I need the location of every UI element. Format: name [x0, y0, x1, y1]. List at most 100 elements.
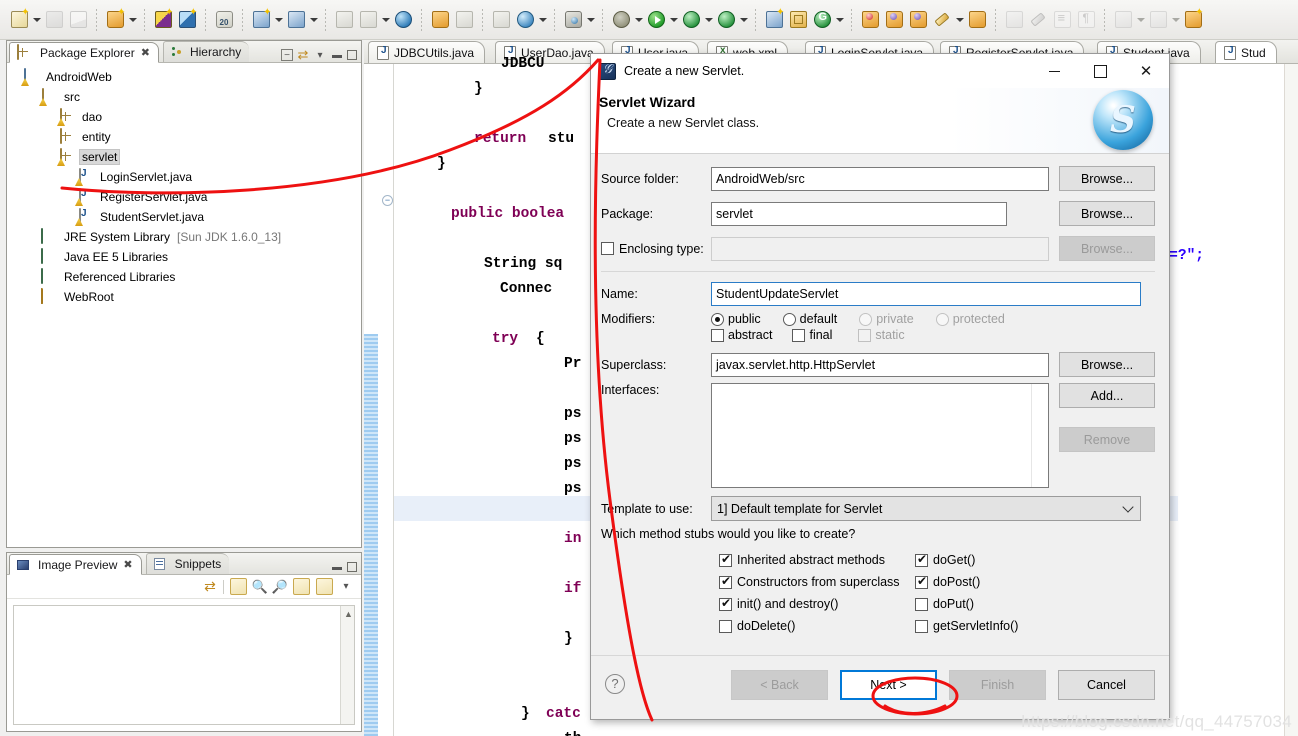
checkbox-abstract[interactable]: [711, 328, 724, 342]
wizard-new-icon[interactable]: [762, 7, 786, 32]
folder-plain-icon[interactable]: [965, 8, 989, 32]
help-icon[interactable]: ?: [605, 674, 625, 694]
open-folder-icon[interactable]: [428, 8, 452, 32]
next-annotation-dropdown-arrow[interactable]: [1135, 8, 1146, 32]
tree-item-loginservlet[interactable]: LoginServlet.java: [7, 167, 361, 187]
google-dropdown-arrow[interactable]: [834, 8, 845, 32]
save-icon[interactable]: [42, 8, 66, 32]
maximize-icon[interactable]: [347, 50, 357, 60]
modifier-public[interactable]: public: [711, 312, 761, 326]
cancel-button[interactable]: Cancel: [1058, 670, 1155, 700]
fit-page-icon[interactable]: [316, 578, 333, 595]
editor-tab-jdbcutils[interactable]: JDBCUtils.java: [368, 41, 486, 63]
report-icon[interactable]: [489, 8, 513, 32]
tree-item-webroot[interactable]: WebRoot: [7, 287, 361, 307]
interfaces-add-button[interactable]: Add...: [1059, 383, 1155, 408]
tab-snippets[interactable]: Snippets: [145, 553, 230, 574]
camera-icon[interactable]: [561, 8, 585, 32]
checkbox-inherited-abstract-methods[interactable]: [719, 552, 732, 567]
browser-globe-icon[interactable]: [391, 8, 415, 32]
source-folder-input[interactable]: AndroidWeb/src: [711, 166, 1049, 191]
project-tree[interactable]: AndroidWeb src dao entity servlet LoginS…: [7, 63, 361, 547]
print-icon[interactable]: [66, 8, 90, 32]
checkbox-dodelete[interactable]: [719, 619, 732, 633]
zoom-100-icon[interactable]: [293, 578, 310, 595]
link-with-editor-icon[interactable]: ⇄: [203, 578, 217, 594]
run-config-icon[interactable]: [679, 8, 703, 32]
fold-toggle-icon[interactable]: −: [382, 195, 393, 206]
debug-icon[interactable]: [609, 8, 633, 32]
next-button[interactable]: Next >: [840, 670, 937, 700]
collapse-all-icon[interactable]: −: [281, 49, 293, 61]
tree-item-studentservlet[interactable]: StudentServlet.java: [7, 207, 361, 227]
tree-item-entity[interactable]: entity: [7, 127, 361, 147]
image-icon[interactable]: [230, 578, 247, 595]
image-preview-scrollbar[interactable]: ▲: [340, 606, 354, 724]
tree-item-src[interactable]: src: [7, 87, 361, 107]
close-icon[interactable]: ✖: [141, 46, 150, 59]
folder-red-icon[interactable]: [858, 8, 882, 32]
checkbox-init-and-destroy[interactable]: [719, 596, 732, 611]
undeploy-icon[interactable]: [284, 8, 308, 32]
modifier-final[interactable]: final: [792, 328, 832, 342]
view-menu-icon[interactable]: ▾: [313, 48, 327, 62]
stub-getservletinfo[interactable]: getServletInfo(): [915, 619, 1018, 633]
run-icon[interactable]: [644, 8, 668, 32]
run-dropdown-arrow[interactable]: [668, 8, 679, 32]
name-input[interactable]: StudentUpdateServlet: [711, 282, 1141, 306]
close-icon[interactable]: [1123, 54, 1169, 88]
server-run-icon[interactable]: [356, 8, 380, 32]
tree-item-jre-system-library[interactable]: JRE System Library [Sun JDK 1.6.0_13]: [7, 227, 361, 247]
tab-package-explorer[interactable]: Package Explorer ✖: [9, 42, 159, 63]
new-wizard-dropdown-arrow[interactable]: [127, 8, 138, 32]
next-annotation-icon[interactable]: [1111, 8, 1135, 32]
checkbox-final[interactable]: [792, 328, 806, 342]
radio-default[interactable]: [782, 312, 796, 326]
package-blue-icon[interactable]: [175, 7, 199, 32]
stub-init-and-destroy[interactable]: init() and destroy(): [719, 596, 915, 611]
maximize-icon[interactable]: [1077, 54, 1123, 88]
checkbox-constructors-from-superclass[interactable]: [719, 574, 732, 589]
server-dropdown-arrow[interactable]: [380, 8, 391, 32]
new-wizard-icon[interactable]: [103, 7, 127, 32]
tree-item-dao[interactable]: dao: [7, 107, 361, 127]
package-yellow-icon[interactable]: [151, 7, 175, 32]
pilcrow-icon[interactable]: [1074, 8, 1098, 32]
zoom-out-icon[interactable]: 🔍: [252, 579, 268, 594]
checkbox-doget[interactable]: [915, 552, 928, 567]
prev-annotation-dropdown-arrow[interactable]: [1170, 8, 1181, 32]
stub-doget[interactable]: doGet(): [915, 552, 975, 567]
server-icon[interactable]: [332, 8, 356, 32]
source-folder-browse-button[interactable]: Browse...: [1059, 166, 1155, 191]
folder-purple-icon[interactable]: [882, 8, 906, 32]
dialog-titlebar[interactable]: Create a new Servlet.: [591, 54, 1169, 88]
clock-20-icon[interactable]: [212, 8, 236, 32]
pen-dropdown-arrow[interactable]: [954, 8, 965, 32]
link-with-editor-icon[interactable]: ⇄: [296, 47, 310, 62]
package-input[interactable]: servlet: [711, 201, 1007, 226]
new-file-icon[interactable]: [7, 7, 31, 32]
modifier-abstract[interactable]: abstract: [711, 328, 772, 342]
web-xml-icon[interactable]: [513, 8, 537, 32]
superclass-input[interactable]: javax.servlet.http.HttpServlet: [711, 352, 1049, 377]
close-icon[interactable]: ✖: [123, 558, 132, 571]
deploy-dropdown-arrow[interactable]: [273, 8, 284, 32]
modifier-default[interactable]: default: [782, 312, 837, 326]
grid-new-icon[interactable]: [786, 8, 810, 32]
checkbox-dopost[interactable]: [915, 574, 928, 589]
superclass-browse-button[interactable]: Browse...: [1059, 352, 1155, 377]
camera-dropdown-arrow[interactable]: [585, 8, 596, 32]
pen-icon[interactable]: [930, 8, 954, 32]
run-config-dropdown-arrow[interactable]: [703, 8, 714, 32]
stub-dodelete[interactable]: doDelete(): [719, 619, 915, 633]
tab-image-preview[interactable]: Image Preview ✖: [9, 554, 142, 575]
stub-constructors-from-superclass[interactable]: Constructors from superclass: [719, 574, 915, 589]
minimize-icon[interactable]: ▬: [330, 48, 344, 62]
stub-inherited-abstract-methods[interactable]: Inherited abstract methods: [719, 552, 915, 567]
editor-tab-stud[interactable]: Stud: [1215, 41, 1277, 63]
google-new-icon[interactable]: [810, 8, 834, 32]
checkbox-doput[interactable]: [915, 597, 928, 611]
minimize-icon[interactable]: ▬: [330, 560, 344, 574]
deploy-icon[interactable]: [249, 7, 273, 32]
tree-item-java-ee-5-libraries[interactable]: Java EE 5 Libraries: [7, 247, 361, 267]
